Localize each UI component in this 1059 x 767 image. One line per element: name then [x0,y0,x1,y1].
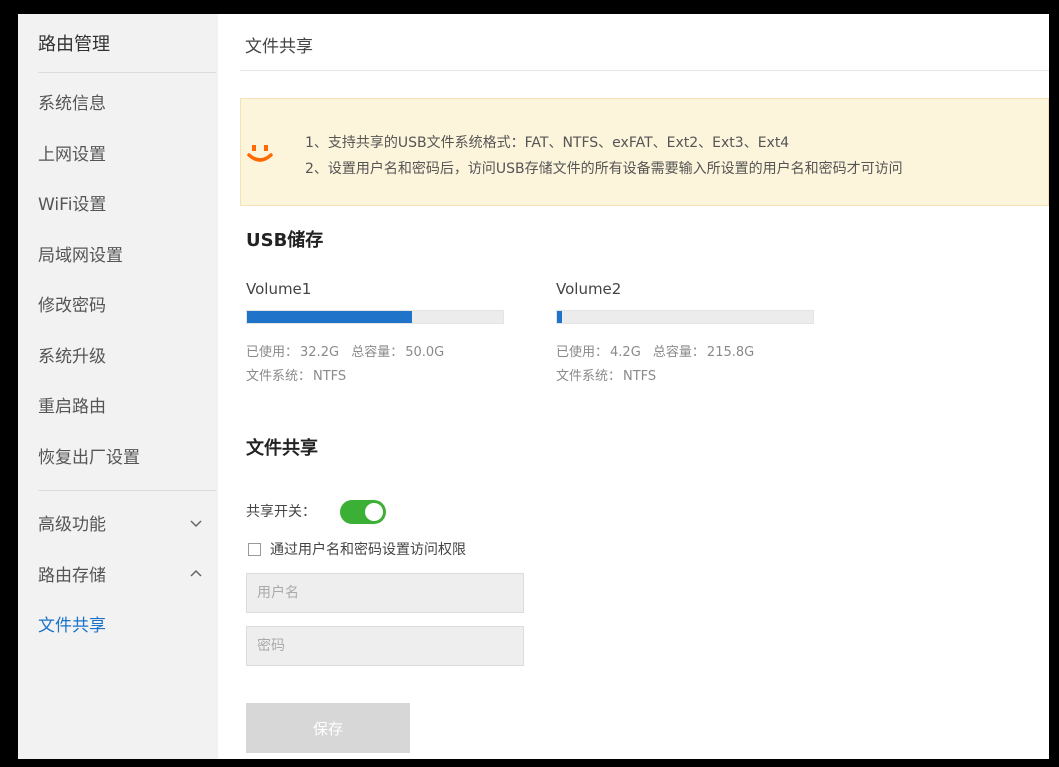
sidebar-item-system-upgrade[interactable]: 系统升级 [38,343,208,371]
volume-usage-bar [556,310,814,324]
volume-filesystem-info: 文件系统： NTFS [246,365,346,384]
sidebar-divider [38,72,216,73]
volume-capacity-info: 已使用： 32.2G 总容量： 50.0G [246,341,444,360]
sidebar-group-label: 高级功能 [38,515,106,535]
auth-checkbox-label: 通过用户名和密码设置访问权限 [270,542,466,558]
sidebar-group-label: 路由存储 [38,566,106,586]
smiley-icon [247,145,273,162]
sidebar-divider [38,490,216,491]
sidebar-item-system-info[interactable]: 系统信息 [38,90,208,118]
sidebar-item-file-sharing[interactable]: 文件共享 [38,612,208,640]
total-label: 总容量： [652,345,705,360]
used-label: 已使用： [556,345,609,360]
volume-usage-bar [246,310,504,324]
password-input[interactable] [246,626,524,666]
save-button[interactable]: 保存 [246,703,410,753]
sidebar: 路由管理 系统信息 上网设置 WiFi设置 局域网设置 修改密码 系统升级 重启… [18,14,218,759]
sidebar-title: 路由管理 [38,34,110,55]
main-content: 文件共享 1、支持共享的USB文件系统格式：FAT、NTFS、exFAT、Ext… [240,14,1049,759]
notice-banner: 1、支持共享的USB文件系统格式：FAT、NTFS、exFAT、Ext2、Ext… [240,98,1049,206]
total-value: 50.0G [405,345,445,360]
sidebar-group-router-storage[interactable]: 路由存储 [38,562,208,590]
share-switch-label: 共享开关： [246,504,316,520]
volume-usage-fill [247,311,412,323]
file-sharing-title: 文件共享 [246,438,318,459]
used-value: 4.2G [610,345,641,360]
page-title: 文件共享 [245,37,313,57]
sidebar-item-reboot-router[interactable]: 重启路由 [38,393,208,421]
notice-line-1: 1、支持共享的USB文件系统格式：FAT、NTFS、exFAT、Ext2、Ext… [305,135,790,151]
sidebar-item-lan-settings[interactable]: 局域网设置 [38,242,208,270]
auth-checkbox[interactable] [248,543,261,556]
router-admin-window: 路由管理 系统信息 上网设置 WiFi设置 局域网设置 修改密码 系统升级 重启… [18,14,1049,759]
header-divider [240,70,1049,71]
usb-storage-title: USB储存 [246,230,324,251]
sidebar-group-advanced[interactable]: 高级功能 [38,511,208,539]
fs-value: NTFS [313,369,347,384]
username-input[interactable] [246,573,524,613]
toggle-knob [365,503,383,521]
used-label: 已使用： [246,345,299,360]
fs-label: 文件系统： [556,369,622,384]
volume-filesystem-info: 文件系统： NTFS [556,365,656,384]
sidebar-item-internet-settings[interactable]: 上网设置 [38,141,208,169]
sidebar-item-wifi-settings[interactable]: WiFi设置 [38,191,208,219]
sidebar-item-factory-reset[interactable]: 恢复出厂设置 [38,444,208,472]
share-toggle[interactable] [340,500,386,524]
used-value: 32.2G [300,345,340,360]
fs-label: 文件系统： [246,369,312,384]
volume-capacity-info: 已使用： 4.2G 总容量： 215.8G [556,341,754,360]
volume-usage-fill [557,311,562,323]
chevron-up-icon [190,569,202,577]
sidebar-item-change-password[interactable]: 修改密码 [38,292,208,320]
volume-name: Volume2 [556,280,622,298]
total-label: 总容量： [351,345,404,360]
volume-name: Volume1 [246,280,312,298]
fs-value: NTFS [623,369,657,384]
notice-line-2: 2、设置用户名和密码后，访问USB存储文件的所有设备需要输入所设置的用户名和密码… [305,161,903,177]
total-value: 215.8G [706,345,755,360]
chevron-down-icon [190,520,202,528]
